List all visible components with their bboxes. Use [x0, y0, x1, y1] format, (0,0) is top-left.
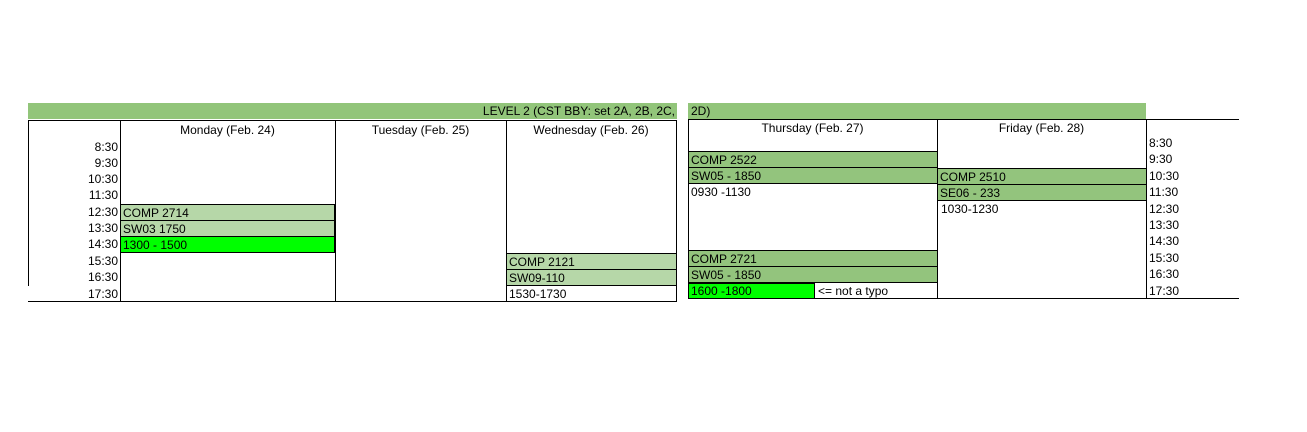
level-banner-right — [688, 103, 1146, 119]
time-label: 8:30 — [94, 140, 118, 154]
course-time: 1530-1730 — [506, 285, 677, 302]
day-header-monday: Monday (Feb. 24) — [180, 123, 275, 137]
day-header-wednesday: Wednesday (Feb. 26) — [533, 123, 649, 137]
time-label: 14:30 — [1149, 234, 1180, 248]
time-column-left-border — [28, 120, 29, 286]
time-label: 11:30 — [1149, 185, 1179, 199]
time-label: 10:30 — [87, 172, 118, 186]
time-label: 14:30 — [87, 237, 118, 251]
right-table-top-border-extension — [1146, 119, 1239, 120]
course-room: SW09-110 — [506, 269, 677, 286]
course-name: COMP 2714 — [120, 204, 335, 221]
time-label: 10:30 — [1149, 169, 1180, 183]
time-label: 15:30 — [87, 254, 118, 268]
course-time: 0930 -1130 — [691, 185, 751, 199]
course-room: SW05 - 1850 — [688, 167, 938, 184]
day-header-thursday: Thursday (Feb. 27) — [761, 121, 864, 135]
day-header-tuesday: Tuesday (Feb. 25) — [371, 123, 470, 137]
typo-note: <= not a typo — [818, 284, 889, 298]
time-label: 16:30 — [1149, 267, 1180, 281]
course-time: 1300 - 1500 — [120, 236, 335, 253]
course-time: 1030-1230 — [941, 202, 999, 216]
course-room: SE06 - 233 — [937, 184, 1147, 201]
time-label: 8:30 — [1149, 136, 1173, 150]
right-table-top-border — [688, 119, 1146, 120]
friday-column-right-border — [1146, 119, 1147, 299]
day-header-friday: Friday (Feb. 28) — [998, 121, 1085, 135]
course-time: 1600 -1800 — [688, 283, 815, 299]
time-label: 17:30 — [87, 287, 118, 301]
time-label: 12:30 — [1149, 202, 1180, 216]
time-label: 12:30 — [87, 205, 118, 219]
time-label: 17:30 — [1149, 284, 1180, 298]
course-room: SW05 - 1850 — [688, 266, 938, 283]
time-label: 15:30 — [1149, 251, 1180, 265]
level-banner-text: LEVEL 2 (CST BBY: set 2A, 2B, 2C, — [482, 104, 675, 118]
time-label: 16:30 — [87, 270, 118, 284]
course-name: COMP 2522 — [688, 151, 938, 168]
time-label: 13:30 — [87, 221, 118, 235]
time-label: 9:30 — [94, 156, 118, 170]
course-name: COMP 2510 — [937, 168, 1147, 185]
tuesday-column-left-border — [335, 120, 336, 302]
course-room: SW03 1750 — [120, 220, 335, 237]
time-label: 13:30 — [1149, 218, 1180, 232]
table-top-border — [28, 120, 677, 121]
course-name: COMP 2121 — [506, 253, 677, 270]
time-label: 11:30 — [88, 188, 118, 202]
level-banner-text-continued: 2D) — [691, 104, 711, 118]
time-label: 9:30 — [1149, 152, 1173, 166]
course-name: COMP 2721 — [688, 250, 938, 267]
